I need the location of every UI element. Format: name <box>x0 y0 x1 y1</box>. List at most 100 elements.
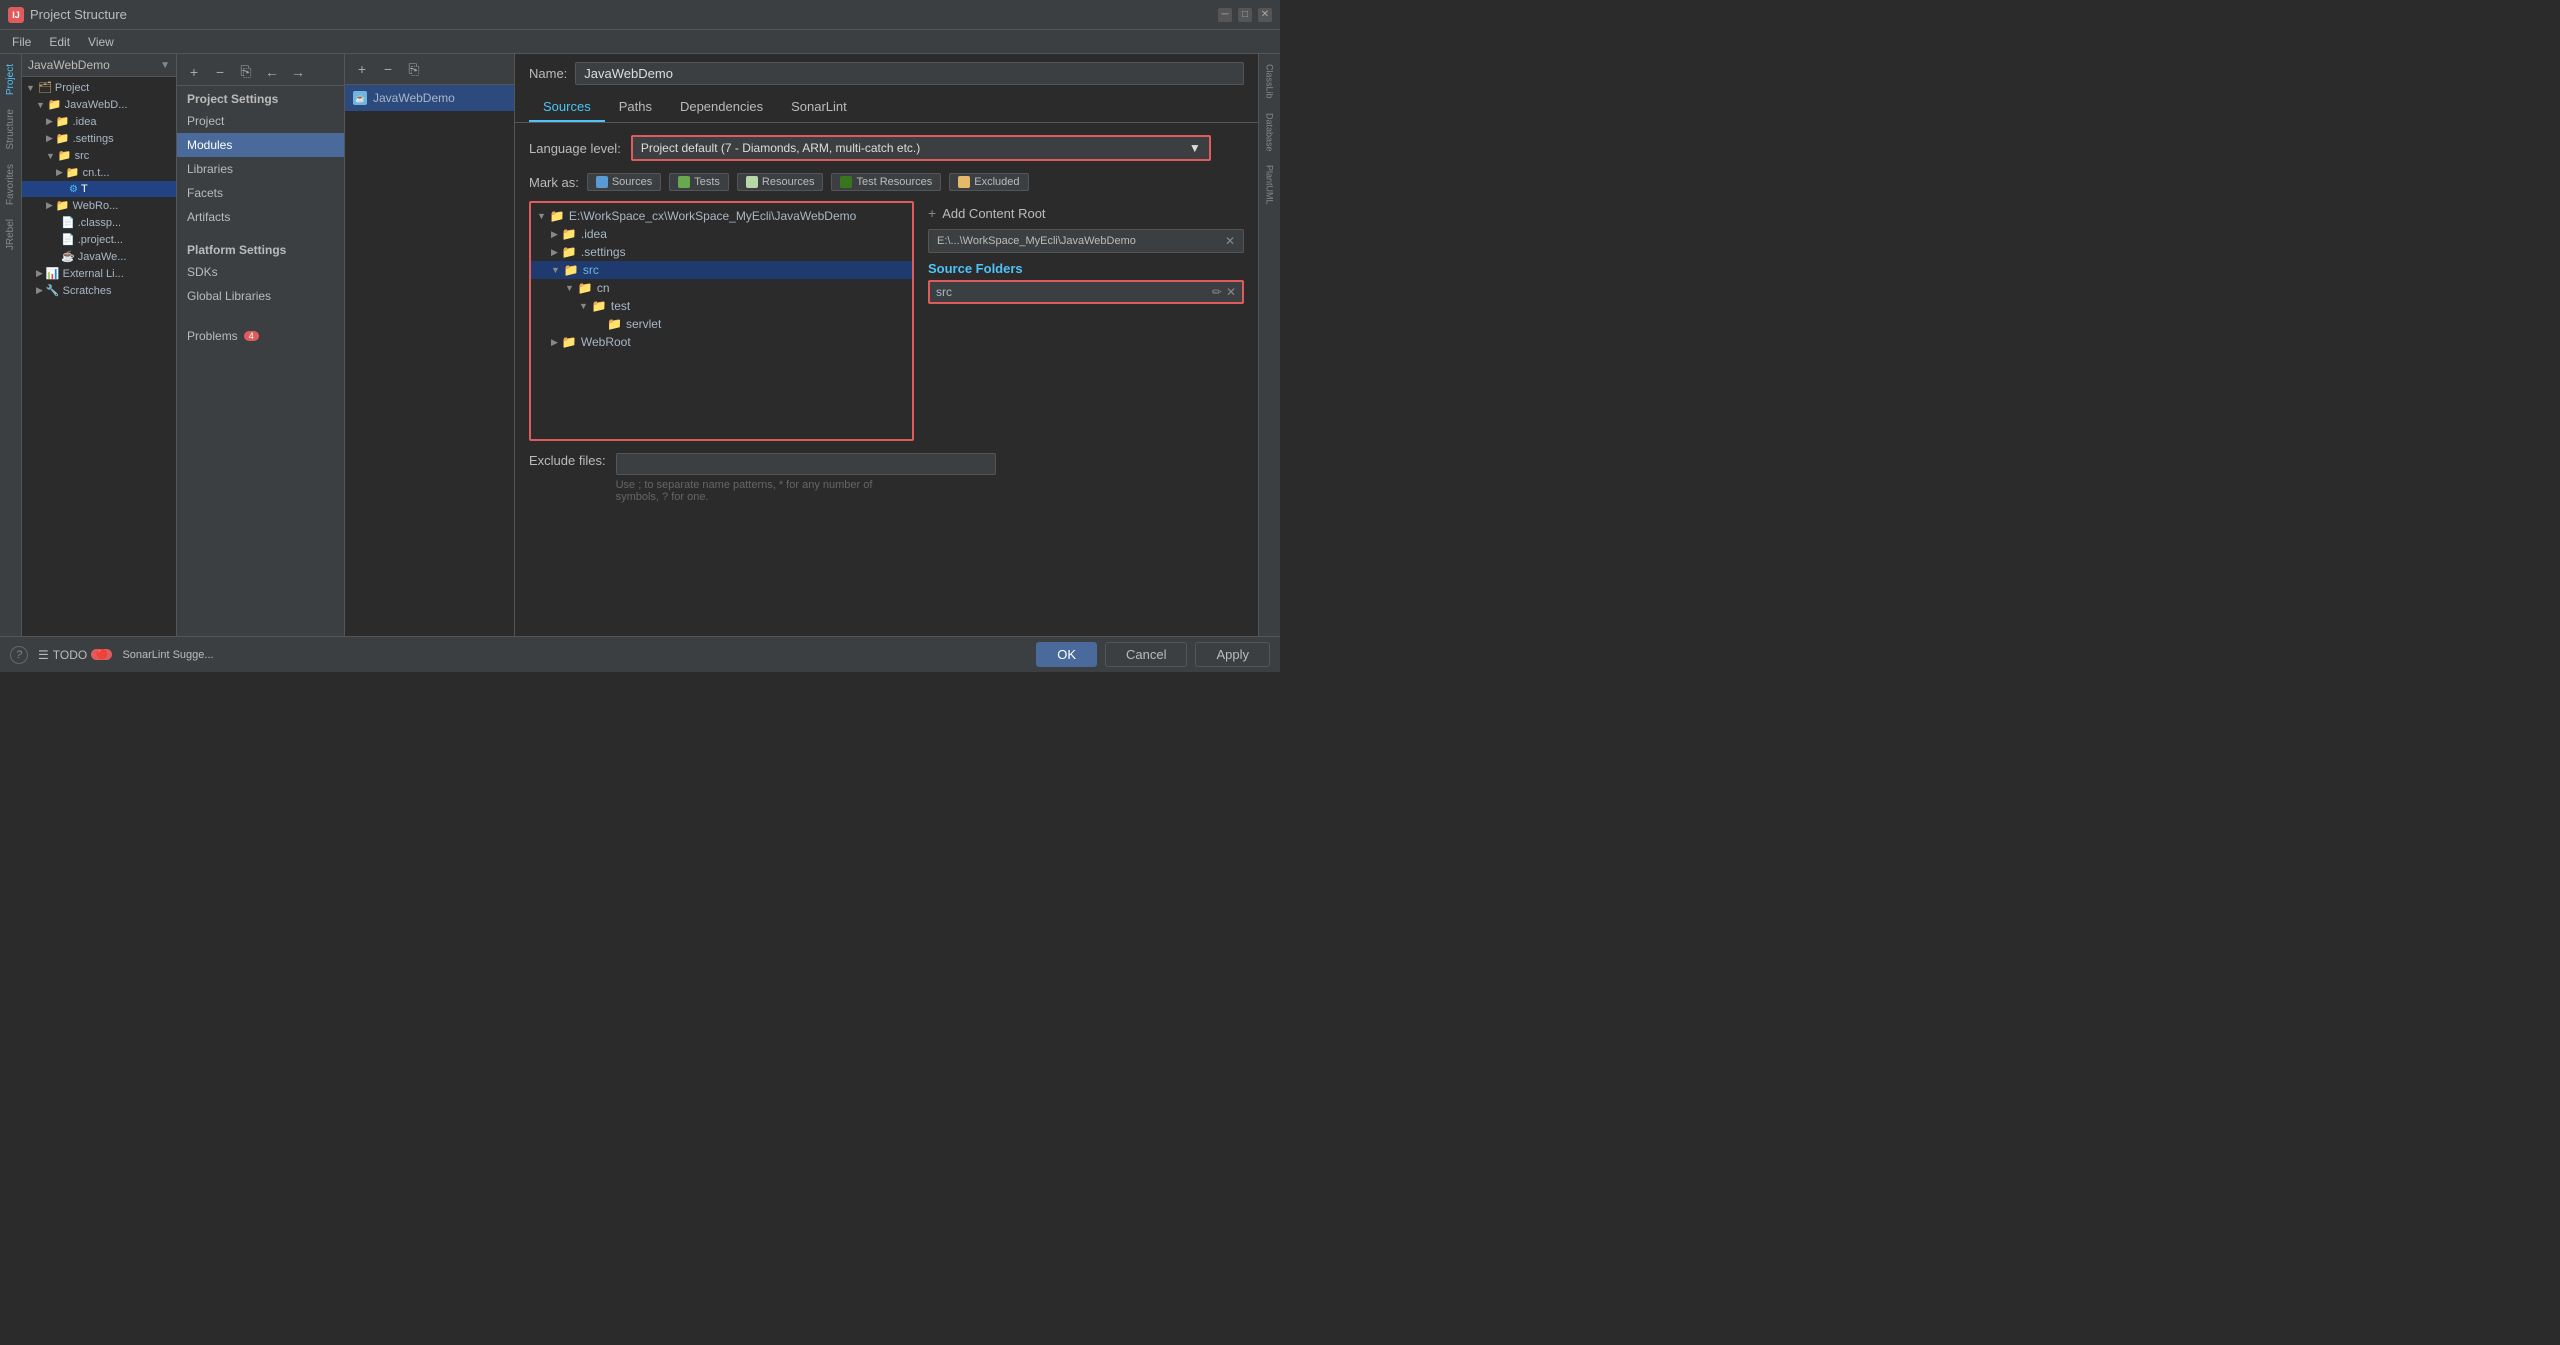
bottom-bar: ? ☰ TODO 🔴 SonarLint Sugge... OK Cancel … <box>0 636 1280 672</box>
add-content-root-button[interactable]: + Add Content Root <box>928 201 1244 225</box>
remove-module-item-btn[interactable]: − <box>377 58 399 80</box>
tree-item-scratches[interactable]: ▶ 🔧 Scratches <box>22 282 176 299</box>
tree-item-project[interactable]: ▼ 🗂 Project <box>22 79 176 96</box>
nav-item-problems[interactable]: Problems 4 <box>177 324 344 348</box>
sidebar-tab-jrebel[interactable]: JRebel <box>3 213 18 256</box>
project-panel-title: JavaWebDemo <box>28 58 156 72</box>
content-root-box: E:\...\WorkSpace_MyEcli\JavaWebDemo ✕ <box>928 229 1244 253</box>
tree-item-webroot[interactable]: ▶ 📁 WebRo... <box>22 197 176 214</box>
back-btn[interactable]: ← <box>261 61 283 83</box>
file-row-test[interactable]: ▼ 📁 test <box>531 297 912 315</box>
lang-level-select[interactable]: Project default (7 - Diamonds, ARM, mult… <box>631 135 1211 161</box>
tab-sources[interactable]: Sources <box>529 93 605 122</box>
right-panel: + Add Content Root E:\...\WorkSpace_MyEc… <box>914 201 1244 441</box>
add-module-item-btn[interactable]: + <box>351 58 373 80</box>
cancel-button[interactable]: Cancel <box>1105 642 1187 667</box>
apply-button[interactable]: Apply <box>1195 642 1270 667</box>
right-tab-classlib[interactable]: ClassLib <box>1263 58 1277 105</box>
minimize-button[interactable]: ─ <box>1218 8 1232 22</box>
nav-item-global-libraries[interactable]: Global Libraries <box>177 284 344 308</box>
source-folder-name: src <box>936 285 952 299</box>
name-input[interactable] <box>575 62 1244 85</box>
file-row-idea[interactable]: ▶ 📁 .idea <box>531 225 912 243</box>
sonar-button[interactable]: SonarLint Sugge... <box>122 649 213 661</box>
tab-dependencies[interactable]: Dependencies <box>666 93 777 122</box>
file-row-webroot[interactable]: ▶ 📁 WebRoot <box>531 333 912 351</box>
todo-error-badge: 🔴 <box>91 649 112 660</box>
project-settings-title: Project Settings <box>177 86 344 109</box>
menu-file[interactable]: File <box>4 33 39 51</box>
mark-tests-btn[interactable]: Tests <box>669 173 729 191</box>
file-row-servlet[interactable]: 📁 servlet <box>531 315 912 333</box>
ok-button[interactable]: OK <box>1036 642 1097 667</box>
mark-sources-btn[interactable]: Sources <box>587 173 661 191</box>
source-folder-remove-icon[interactable]: ✕ <box>1226 285 1236 299</box>
source-folder-item: src ✏ ✕ <box>928 280 1244 304</box>
nav-item-modules[interactable]: Modules <box>177 133 344 157</box>
add-content-root-plus-icon: + <box>928 205 936 221</box>
forward-btn[interactable]: → <box>287 61 309 83</box>
lang-level-label: Language level: <box>529 141 621 156</box>
tree-item-project-file[interactable]: 📄 .project... <box>22 231 176 248</box>
excluded-color-dot <box>958 176 970 188</box>
tab-paths[interactable]: Paths <box>605 93 666 122</box>
lang-level-value: Project default (7 - Diamonds, ARM, mult… <box>641 141 920 155</box>
close-button[interactable]: ✕ <box>1258 8 1272 22</box>
todo-label: TODO <box>53 648 87 662</box>
add-module-btn[interactable]: + <box>183 61 205 83</box>
content-header: Name: Sources Paths Dependencies SonarLi… <box>515 54 1258 123</box>
exclude-files-hint: Use ; to separate name patterns, * for a… <box>616 479 996 503</box>
file-row-src[interactable]: ▼ 📁 src <box>531 261 912 279</box>
todo-button[interactable]: ☰ TODO 🔴 <box>38 648 112 662</box>
nav-item-libraries[interactable]: Libraries <box>177 157 344 181</box>
tests-color-dot <box>678 176 690 188</box>
tree-item-idea[interactable]: ▶ 📁 .idea <box>22 113 176 130</box>
right-tab-plantuml[interactable]: PlantUML <box>1263 159 1277 211</box>
tree-item-settings[interactable]: ▶ 📁 .settings <box>22 130 176 147</box>
maximize-button[interactable]: □ <box>1238 8 1252 22</box>
sidebar-tab-project[interactable]: Project <box>3 58 18 101</box>
help-button[interactable]: ? <box>10 646 28 664</box>
remove-module-btn[interactable]: − <box>209 61 231 83</box>
source-folder-edit-icon[interactable]: ✏ <box>1212 285 1222 299</box>
nav-item-facets[interactable]: Facets <box>177 181 344 205</box>
mark-row: Mark as: Sources Tests Resources Test Re… <box>529 173 1244 191</box>
tree-item-src[interactable]: ▼ 📁 src <box>22 147 176 164</box>
tree-item-T[interactable]: ⚙ T <box>22 181 176 197</box>
tree-item-classpath[interactable]: 📄 .classp... <box>22 214 176 231</box>
content-root-path-text: E:\...\WorkSpace_MyEcli\JavaWebDemo <box>937 235 1136 247</box>
tree-item-javawebdemo[interactable]: ▼ 📁 JavaWebD... <box>22 96 176 113</box>
nav-item-project[interactable]: Project <box>177 109 344 133</box>
module-item-icon: ☕ <box>353 91 367 105</box>
mark-excluded-btn[interactable]: Excluded <box>949 173 1028 191</box>
file-row-cn[interactable]: ▼ 📁 cn <box>531 279 912 297</box>
exclude-files-input[interactable] <box>616 453 996 475</box>
tab-sonarlint[interactable]: SonarLint <box>777 93 861 122</box>
sidebar-tab-favorites[interactable]: Favorites <box>3 158 18 211</box>
mark-as-label: Mark as: <box>529 175 579 190</box>
title-bar: IJ Project Structure ─ □ ✕ <box>0 0 1280 30</box>
nav-item-artifacts[interactable]: Artifacts <box>177 205 344 229</box>
sidebar-tab-structure[interactable]: Structure <box>3 103 18 156</box>
add-content-root-label: Add Content Root <box>942 206 1045 221</box>
root-path-label: E:\WorkSpace_cx\WorkSpace_MyEcli\JavaWeb… <box>569 209 856 223</box>
tree-item-cnt[interactable]: ▶ 📁 cn.t... <box>22 164 176 181</box>
file-tree-area: ▼ 📁 E:\WorkSpace_cx\WorkSpace_MyEcli\Jav… <box>529 201 1244 441</box>
copy-module-item-btn[interactable]: ⎘ <box>403 58 425 80</box>
copy-module-btn[interactable]: ⎘ <box>235 61 257 83</box>
content-root-close-btn[interactable]: ✕ <box>1225 234 1235 248</box>
tree-item-javaws[interactable]: ☕ JavaWe... <box>22 248 176 265</box>
lang-level-chevron: ▼ <box>1189 141 1201 155</box>
mark-test-resources-btn[interactable]: Test Resources <box>831 173 941 191</box>
menu-edit[interactable]: Edit <box>41 33 78 51</box>
exclude-row: Exclude files: Use ; to separate name pa… <box>529 453 1244 503</box>
file-row-settings[interactable]: ▶ 📁 .settings <box>531 243 912 261</box>
file-row-root[interactable]: ▼ 📁 E:\WorkSpace_cx\WorkSpace_MyEcli\Jav… <box>531 207 912 225</box>
module-item-label: JavaWebDemo <box>373 91 455 105</box>
tree-item-external-libs[interactable]: ▶ 📊 External Li... <box>22 265 176 282</box>
nav-item-sdks[interactable]: SDKs <box>177 260 344 284</box>
module-item-javawebdemo[interactable]: ☕ JavaWebDemo <box>345 85 514 111</box>
right-tab-database[interactable]: Database <box>1263 107 1277 158</box>
menu-view[interactable]: View <box>80 33 122 51</box>
mark-resources-btn[interactable]: Resources <box>737 173 824 191</box>
